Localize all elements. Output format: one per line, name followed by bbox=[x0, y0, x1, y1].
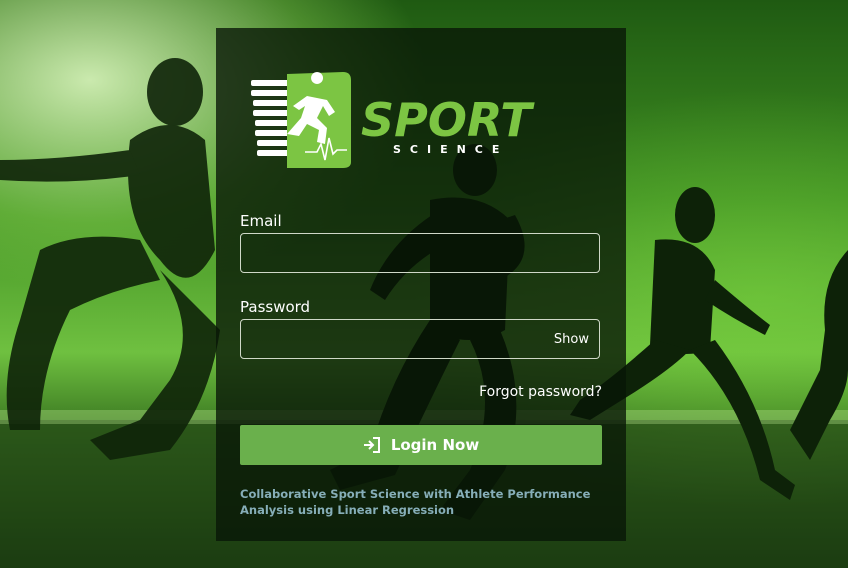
sport-science-logo: SPORT SCIENCE bbox=[251, 72, 535, 168]
forgot-password-link[interactable]: Forgot password? bbox=[479, 384, 602, 400]
password-label: Password bbox=[240, 298, 311, 316]
sign-in-icon bbox=[363, 437, 380, 453]
show-password-toggle[interactable]: Show bbox=[554, 332, 589, 347]
email-label: Email bbox=[240, 212, 282, 230]
email-field-wrapper bbox=[240, 233, 600, 273]
password-field[interactable] bbox=[241, 320, 599, 358]
email-field[interactable] bbox=[241, 234, 599, 272]
logo-sub: SCIENCE bbox=[393, 143, 508, 156]
tagline-text: Collaborative Sport Science with Athlete… bbox=[240, 487, 591, 517]
logo-word: SPORT bbox=[361, 93, 535, 147]
login-button[interactable]: Login Now bbox=[240, 425, 602, 465]
password-field-wrapper: Show bbox=[240, 319, 600, 359]
login-button-label: Login Now bbox=[390, 436, 480, 454]
